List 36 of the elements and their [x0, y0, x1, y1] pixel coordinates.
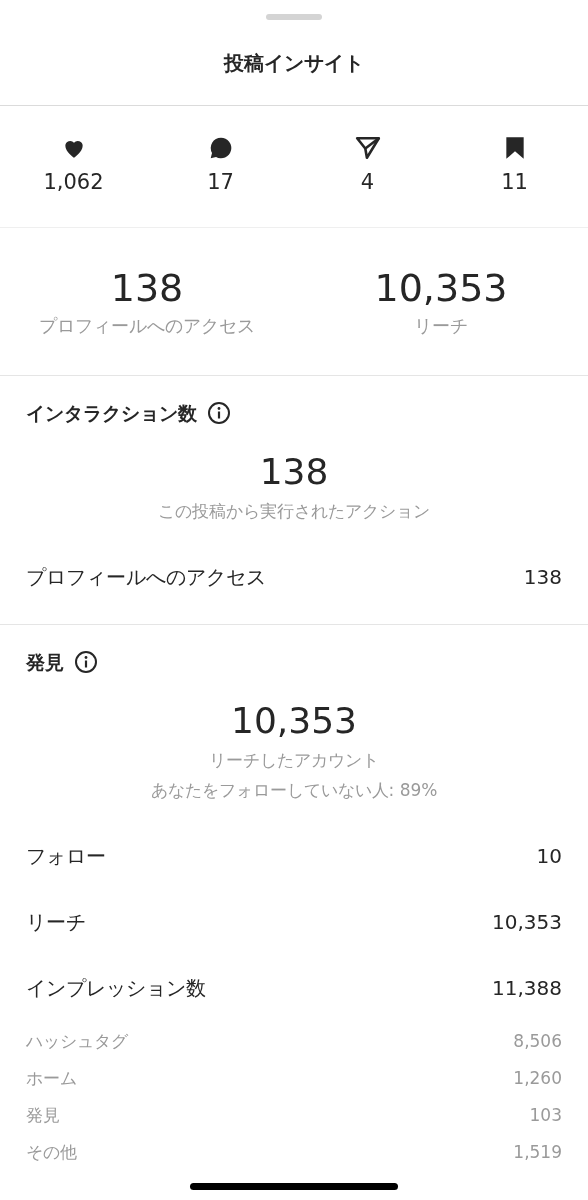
row-label: ハッシュタグ [26, 1029, 128, 1053]
row-value: 1,260 [513, 1066, 562, 1090]
info-icon[interactable] [207, 401, 231, 425]
stat-label: リーチ [414, 314, 468, 338]
info-icon[interactable] [74, 650, 98, 674]
row-value: 1,519 [513, 1140, 562, 1164]
row-label: プロフィールへのアクセス [26, 564, 266, 591]
row-label: その他 [26, 1140, 77, 1164]
section-title: インタラクション数 [26, 400, 197, 426]
caption: この投稿から実行されたアクション [158, 500, 430, 523]
row-value: 11,388 [492, 975, 562, 1002]
row-label: インプレッション数 [26, 975, 206, 1002]
engagement-count: 4 [360, 168, 375, 196]
caption: リーチしたアカウント [209, 749, 379, 772]
paper-plane-icon [354, 134, 381, 161]
engagement-count: 1,062 [43, 168, 104, 196]
engagement-count: 11 [501, 168, 528, 196]
row-value: 10,353 [492, 909, 562, 936]
row-value: 138 [523, 564, 562, 591]
row-value: 103 [529, 1103, 562, 1127]
stat-label: プロフィールへのアクセス [39, 314, 255, 338]
row-label: 発見 [26, 1103, 60, 1127]
stat-value: 138 [110, 265, 184, 312]
total-value: 138 [259, 450, 329, 494]
row-label: フォロー [26, 843, 106, 870]
row-value: 10 [536, 843, 562, 870]
sheet-title: 投稿インサイト [224, 49, 364, 77]
row-label: リーチ [26, 909, 86, 936]
drag-handle[interactable] [266, 14, 322, 20]
section-title: 発見 [26, 649, 64, 675]
row-value: 8,506 [513, 1029, 562, 1053]
row-label: ホーム [26, 1066, 77, 1090]
stat-value: 10,353 [374, 265, 508, 312]
engagement-count: 17 [207, 168, 234, 196]
caption: あなたをフォローしていない人: 89% [150, 779, 438, 802]
total-value: 10,353 [231, 699, 357, 743]
